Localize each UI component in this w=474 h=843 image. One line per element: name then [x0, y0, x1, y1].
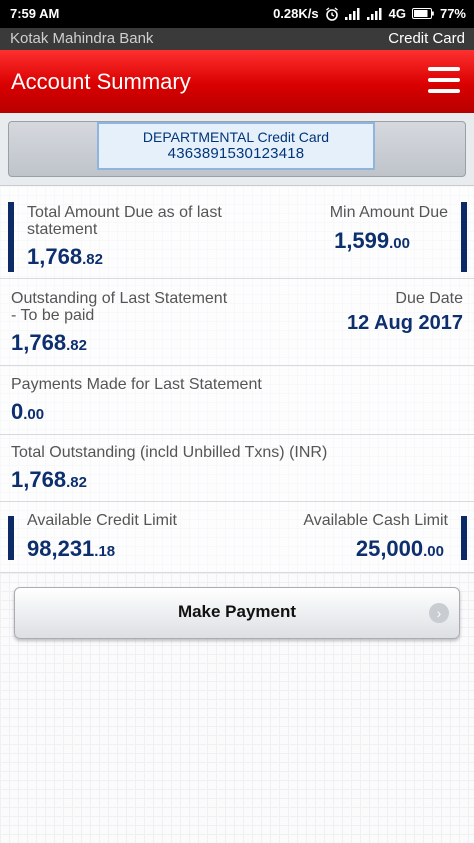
- available-credit-int: 98,231: [27, 536, 95, 561]
- hamburger-menu-icon[interactable]: [428, 67, 460, 95]
- min-due-dec: .00: [389, 235, 410, 252]
- network-speed: 0.28K/s: [273, 6, 319, 21]
- due-date-value: 12 Aug 2017: [347, 312, 463, 334]
- signal-icon: [344, 7, 361, 20]
- total-outstanding-label: Total Outstanding (incld Unbilled Txns) …: [11, 444, 328, 461]
- bank-bar: Kotak Mahindra Bank Credit Card: [0, 28, 474, 50]
- section-name: Credit Card: [388, 30, 465, 47]
- battery-level: 77%: [439, 6, 466, 21]
- card-name: DEPARTMENTAL Credit Card: [142, 129, 330, 145]
- outstanding-label-line1: Outstanding of Last Statement: [11, 290, 228, 307]
- available-credit-amount: 98,231.18: [27, 536, 115, 562]
- available-cash-label: Available Cash Limit: [303, 512, 448, 529]
- total-due-int: 1,768: [27, 244, 83, 269]
- outstanding-label-line2: - To be paid: [11, 307, 95, 324]
- battery-icon: [411, 8, 434, 19]
- status-bar: 7:59 AM 0.28K/s 4G 77%: [0, 0, 474, 28]
- due-date-label: Due Date: [395, 290, 463, 307]
- total-outstanding-row: Total Outstanding (incld Unbilled Txns) …: [0, 435, 474, 502]
- right-accent-bar: [461, 202, 467, 272]
- available-credit-dec: .18: [94, 543, 116, 560]
- min-due-label: Min Amount Due: [329, 204, 448, 221]
- due-summary-row: Total Amount Due as of last statement 1,…: [0, 186, 474, 279]
- outstanding-dec: .82: [66, 337, 87, 354]
- card-number: 4363891530123418: [167, 145, 305, 162]
- payments-dec: .00: [23, 406, 45, 423]
- total-outstanding-amount: 1,768.82: [11, 467, 87, 493]
- available-cash-amount: 25,000.00: [356, 536, 444, 562]
- payments-label: Payments Made for Last Statement: [11, 376, 262, 393]
- page-title: Account Summary: [11, 69, 191, 94]
- make-payment-label: Make Payment: [177, 602, 297, 621]
- outstanding-row: Outstanding of Last Statement - To be pa…: [0, 279, 474, 366]
- status-icons: 0.28K/s 4G 77%: [273, 6, 466, 21]
- limit-left-accent-bar: [8, 516, 14, 560]
- total-due-amount: 1,768.82: [27, 244, 103, 270]
- limits-row: Available Credit Limit 98,231.18 Availab…: [0, 502, 474, 573]
- summary-content: Total Amount Due as of last statement 1,…: [0, 186, 474, 843]
- make-payment-button[interactable]: Make Payment ›: [14, 587, 460, 639]
- limit-right-accent-bar: [461, 516, 467, 560]
- alarm-icon: [325, 6, 339, 21]
- network-type: 4G: [388, 6, 406, 21]
- total-outstanding-dec: .82: [66, 474, 87, 491]
- outstanding-int: 1,768: [11, 330, 67, 355]
- total-due-dec: .82: [82, 251, 103, 268]
- available-credit-label: Available Credit Limit: [27, 512, 177, 529]
- min-due-amount: 1,599.00: [334, 228, 410, 254]
- payments-row: Payments Made for Last Statement 0.00: [0, 366, 474, 435]
- card-selector[interactable]: DEPARTMENTAL Credit Card 436389153012341…: [97, 122, 375, 170]
- available-cash-dec: .00: [423, 543, 444, 560]
- outstanding-amount: 1,768.82: [11, 330, 87, 356]
- total-outstanding-int: 1,768: [11, 467, 67, 492]
- available-cash-int: 25,000: [355, 536, 424, 561]
- min-due-int: 1,599: [334, 228, 390, 253]
- status-time: 7:59 AM: [10, 6, 60, 21]
- bank-name: Kotak Mahindra Bank: [10, 30, 154, 47]
- app-header: Account Summary: [0, 50, 474, 113]
- payments-amount: 0.00: [11, 399, 44, 425]
- signal-icon-2: [366, 7, 383, 20]
- total-due-label: Total Amount Due as of last statement: [27, 204, 222, 238]
- payments-int: 0: [11, 399, 24, 424]
- chevron-right-icon: ›: [429, 603, 449, 623]
- left-accent-bar: [8, 202, 14, 272]
